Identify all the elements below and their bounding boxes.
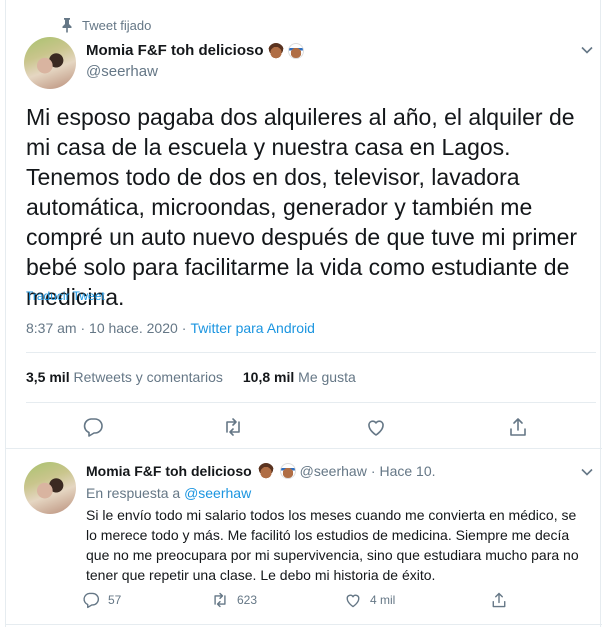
reply-count: 57 (108, 593, 122, 607)
like-action[interactable]: 4 mil (344, 591, 395, 609)
health-worker-emoji-icon (287, 42, 304, 59)
reply-action[interactable]: 57 (82, 591, 121, 609)
pin-icon (62, 18, 72, 33)
reply-author-handle[interactable]: @seerhaw (300, 463, 367, 479)
retweet-action[interactable]: 623 (211, 591, 257, 609)
replying-prefix: En respuesta a (86, 485, 181, 501)
reply-author: Momia F&F toh delicioso @seerhaw · Hace … (86, 463, 436, 479)
reply-time[interactable]: Hace 10. (379, 463, 435, 479)
retweet-icon (214, 592, 226, 608)
retweet-count: 623 (237, 593, 258, 607)
tweet-source[interactable]: Twitter para Android (190, 320, 315, 336)
meta-separator: · (181, 320, 187, 336)
reply-avatar[interactable] (24, 462, 76, 514)
author-name[interactable]: Momia F&F toh delicioso (86, 42, 304, 59)
chevron-down-icon[interactable] (580, 465, 594, 479)
like-icon (346, 594, 360, 608)
avatar[interactable] (24, 37, 76, 89)
likes-label: Me gusta (298, 369, 356, 385)
reply-text: Si le envío todo mi salario todos los me… (86, 507, 579, 583)
like-icon[interactable] (365, 416, 387, 438)
replying-mention[interactable]: @seerhaw (184, 485, 251, 501)
share-icon[interactable] (507, 416, 529, 438)
divider (26, 352, 596, 353)
timeline-column: Tweet fijado Momia F&F toh delicioso @se… (5, 0, 602, 627)
retweet-icon[interactable] (222, 416, 244, 438)
share-icon (492, 592, 506, 608)
divider (6, 448, 602, 449)
pinned-indicator: Tweet fijado (60, 17, 151, 33)
tweet-text: Mi esposo pagaba dos alquileres al año, … (26, 104, 578, 310)
reply-author-name[interactable]: Momia F&F toh delicioso (86, 463, 252, 479)
translate-link[interactable]: Traducir Tweet (26, 289, 105, 303)
like-count: 4 mil (370, 593, 396, 607)
chevron-down-icon[interactable] (580, 43, 594, 57)
author-name-text: Momia F&F toh delicioso (86, 42, 264, 59)
tweet-meta: 8:37 am · 10 hace. 2020 · Twitter para A… (26, 320, 315, 336)
meta-separator: · (370, 463, 376, 479)
woman-emoji-icon (267, 42, 284, 59)
replying-to: En respuesta a @seerhaw (86, 485, 251, 501)
reply-actions: 57 623 4 mil (6, 591, 602, 611)
tweet-stats: 3,5 mil Retweets y comentarios 10,8 mil … (26, 369, 356, 385)
likes-stat[interactable]: 10,8 mil Me gusta (243, 369, 356, 385)
retweets-count: 3,5 mil (26, 369, 70, 385)
tweet-time[interactable]: 8:37 am · 10 hace. 2020 (26, 320, 178, 336)
share-action[interactable] (490, 591, 508, 609)
retweets-stat[interactable]: 3,5 mil Retweets y comentarios (26, 369, 223, 385)
woman-emoji-icon (257, 463, 274, 479)
retweets-label: Retweets y comentarios (73, 369, 223, 385)
likes-count: 10,8 mil (242, 369, 295, 385)
pinned-label: Tweet fijado (82, 17, 152, 33)
reply-icon[interactable] (82, 416, 104, 438)
reply-icon (83, 592, 100, 609)
divider (6, 624, 602, 625)
health-worker-emoji-icon (279, 463, 296, 479)
author-handle[interactable]: @seerhaw (86, 63, 158, 80)
divider (26, 402, 596, 403)
tweet-actions (6, 416, 602, 438)
